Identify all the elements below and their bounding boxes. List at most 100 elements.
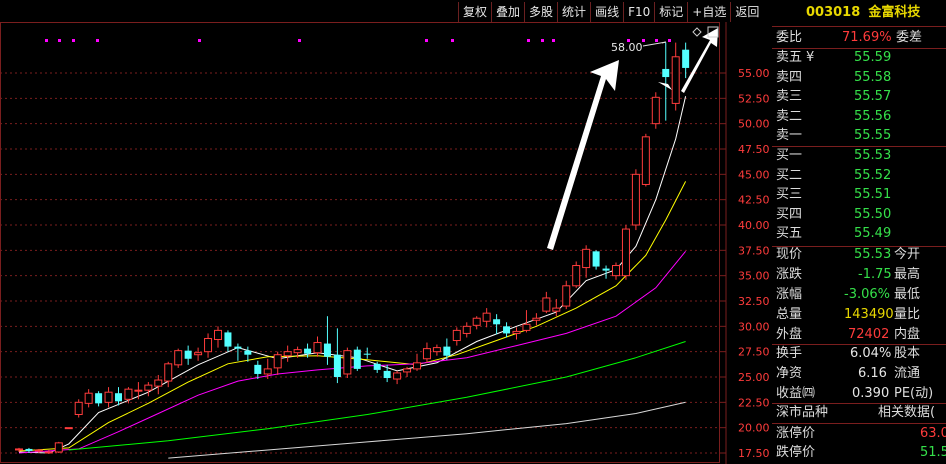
shouyi-value: 0.390 xyxy=(852,386,890,401)
candle-body xyxy=(84,392,93,404)
candle-body xyxy=(493,319,501,325)
candle-body xyxy=(621,228,630,277)
candle-body xyxy=(144,384,153,391)
buy-label: 买三 xyxy=(776,187,803,203)
candle-body xyxy=(44,451,53,454)
candle-body xyxy=(124,388,133,400)
tongji-button[interactable]: 统计 xyxy=(557,2,590,22)
kline-chart[interactable]: 55.00 52.50 50.00 47.50 45.00 42.50 40.00 37.50… xyxy=(0,0,772,464)
y-tick-label: 17.50 xyxy=(738,447,770,460)
candle-body xyxy=(403,368,412,373)
y-tick-label: 32.50 xyxy=(738,295,770,308)
sell-price[interactable]: 55.56 xyxy=(854,107,891,127)
buy-label: 买四 xyxy=(776,206,803,222)
candle-body xyxy=(542,297,551,312)
candle-body xyxy=(532,317,541,321)
liutong-label: 流通 xyxy=(894,366,921,381)
divider xyxy=(772,26,946,27)
buy-price[interactable]: 55.51 xyxy=(854,185,891,205)
candle-body xyxy=(592,251,600,267)
sell-label: 卖五 xyxy=(776,50,803,65)
buy-price[interactable]: 55.49 xyxy=(854,224,891,244)
liangbi-label: 量比 xyxy=(894,307,921,322)
buy-price[interactable]: 55.50 xyxy=(854,205,891,225)
candle-body xyxy=(104,391,113,403)
candle-body xyxy=(662,68,670,78)
sell-label: 卖三 xyxy=(776,89,803,105)
fanhui-button[interactable]: 返回 xyxy=(730,2,763,22)
candle-body xyxy=(512,330,521,334)
zuidi-label: 最低 xyxy=(894,287,921,302)
jingzi-value: 6.16 xyxy=(858,366,887,381)
candle-body xyxy=(95,393,103,404)
zhangting-label: 涨停价 xyxy=(776,426,816,441)
stock-header: 003018 金富科技 xyxy=(772,0,946,26)
candle-body xyxy=(134,389,143,392)
buy-price[interactable]: 55.52 xyxy=(854,166,891,186)
diejia-button[interactable]: 叠加 xyxy=(491,2,524,22)
event-marker xyxy=(96,39,99,42)
candle-body xyxy=(422,348,431,360)
trend-arrow-up xyxy=(547,60,619,250)
huaxian-button[interactable]: 画线 xyxy=(590,2,623,22)
candle-body xyxy=(293,349,302,354)
candle-body xyxy=(552,307,561,312)
f10-button[interactable]: F10 xyxy=(623,2,654,22)
quote-panel: 003018 金富科技 委比 71.69% 委差 卖五 ¥55.59 卖四 55.58… xyxy=(772,0,946,464)
y-tick-label: 42.50 xyxy=(738,194,770,207)
waipan-value: 72402 xyxy=(848,327,890,342)
candle-body xyxy=(115,393,122,402)
biaoji-button[interactable]: 标记 xyxy=(654,2,687,22)
candle-body xyxy=(15,448,23,451)
small-arrow xyxy=(658,82,672,90)
candle-body xyxy=(432,347,441,353)
candle-body xyxy=(343,350,352,375)
jinkai-label: 今开 xyxy=(894,247,921,262)
event-marker xyxy=(552,39,555,42)
zixuan-button[interactable]: +自选 xyxy=(687,2,730,22)
candle-body xyxy=(651,96,660,125)
candle-body xyxy=(244,350,252,355)
sell-label: 卖一 xyxy=(776,128,803,144)
shenshi-pinzhong-tab[interactable]: 深市品种 xyxy=(776,403,828,423)
jingzi-label: 净资 xyxy=(776,366,803,381)
sell-price[interactable]: 55.59 xyxy=(854,48,891,68)
candle-body xyxy=(194,352,203,356)
y-tick-label: 37.50 xyxy=(738,244,770,257)
sell-price[interactable]: 55.58 xyxy=(854,68,891,88)
candle-body xyxy=(254,364,262,374)
sell-price[interactable]: 55.57 xyxy=(854,87,891,107)
duogu-button[interactable]: 多股 xyxy=(524,2,557,22)
event-marker xyxy=(45,39,48,42)
y-tick-label: 27.50 xyxy=(738,346,770,359)
candle-body xyxy=(582,248,591,269)
candle-body xyxy=(313,342,322,354)
event-marker xyxy=(668,39,671,42)
xianjia-value: 55.53 xyxy=(854,247,892,262)
y-tick-label: 45.00 xyxy=(738,168,770,181)
diamond-icon xyxy=(692,27,702,37)
candle-body xyxy=(34,449,43,452)
xianjia-label: 现价 xyxy=(776,247,803,262)
related-data-tab[interactable]: 相关数据( xyxy=(878,403,935,423)
weibi-value: 71.69% xyxy=(842,30,892,45)
y-tick-label: 20.00 xyxy=(738,422,770,435)
candle-body xyxy=(631,173,640,226)
sell-price[interactable]: 55.55 xyxy=(854,126,891,146)
candle-body xyxy=(572,265,581,287)
buy-label: 买五 xyxy=(776,226,803,242)
weicha-label: 委差 xyxy=(896,30,923,45)
stock-name: 金富科技 xyxy=(868,5,921,20)
candle-body xyxy=(64,427,73,430)
y-tick-label: 52.50 xyxy=(738,92,770,105)
waipan-label: 外盘 xyxy=(776,327,803,342)
ma120-line xyxy=(168,401,686,459)
candle-body xyxy=(263,368,272,375)
buy-price[interactable]: 55.53 xyxy=(854,146,891,166)
chart-toolbar: 复权 叠加 多股 统计 画线 F10 标记 +自选 返回 xyxy=(458,2,763,22)
candle-body xyxy=(234,346,242,349)
fuquan-button[interactable]: 复权 xyxy=(458,2,491,22)
marker-price-label: 58.00 xyxy=(611,41,643,54)
y-tick-label: 30.00 xyxy=(738,320,770,333)
event-marker xyxy=(72,39,75,42)
